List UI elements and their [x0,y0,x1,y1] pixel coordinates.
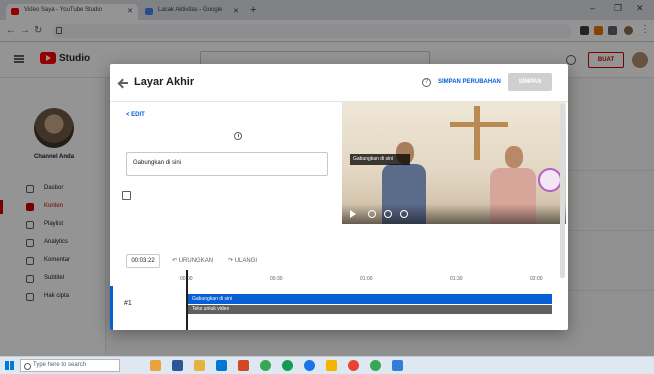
timeline-playhead[interactable] [186,270,188,330]
video-cross-decoration [450,122,508,127]
undo-button[interactable]: ↶ URUNGKAN [172,257,213,264]
store-icon[interactable] [216,360,227,371]
timeline-toolbar: 00:03:22 ↶ URUNGKAN ↷ ULANGI [110,252,568,270]
video-caption-overlay[interactable]: Gabungkan di sini [350,154,410,165]
video-preview[interactable]: Gabungkan di sini [342,102,566,224]
dialog-title: Layar Akhir [134,76,195,88]
clock-icon [234,132,242,140]
video-sticker-overlay[interactable] [538,168,562,192]
file-explorer-icon[interactable] [150,360,161,371]
element-editor-panel: < EDIT Gabungkan di sini [110,102,338,252]
video-controls [342,204,566,224]
windows-start-icon[interactable] [5,361,14,370]
time-field[interactable]: 00:03:22 [126,254,160,268]
redo-button[interactable]: ↷ ULANGI [228,257,257,264]
save-draft-button[interactable]: SIMPAN PERUBAHAN [438,79,501,85]
track-indicator [110,286,113,330]
back-arrow-icon[interactable] [118,78,128,88]
chrome-icon[interactable] [370,360,381,371]
timeline-ruler: 00:00 00:30 01:00 01:30 02:00 [110,274,568,286]
system-tray[interactable] [560,359,650,373]
help-icon[interactable]: ? [422,78,431,87]
skip-icon[interactable] [368,210,376,218]
play-icon[interactable] [350,210,356,218]
powerpoint-icon[interactable] [238,360,249,371]
folder-icon[interactable] [194,360,205,371]
settings-gear-icon[interactable] [400,210,408,218]
ruler-tick: 01:00 [360,276,373,282]
windows-taskbar: Type here to search [0,356,654,374]
word-icon[interactable] [172,360,183,371]
track-number: #1 [124,300,132,307]
ruler-tick: 00:30 [270,276,283,282]
ruler-tick: 01:30 [450,276,463,282]
volume-icon[interactable] [384,210,392,218]
caption-text-field[interactable]: Gabungkan di sini [126,152,328,176]
save-button[interactable]: SIMPAN [508,73,552,91]
ruler-tick: 02:00 [530,276,543,282]
video-cross-decoration [474,106,480,160]
timeline-clip-text[interactable]: Teks untuk video [188,305,552,314]
taskbar-search-input[interactable]: Type here to search [20,359,120,372]
app-icon[interactable] [392,360,403,371]
edge-icon[interactable] [304,360,315,371]
timeline-tracks: #1 Gabungkan di sini Teks untuk video [110,286,568,330]
dialog-header: Layar Akhir ? SIMPAN PERUBAHAN SIMPAN [110,64,568,102]
chrome-icon[interactable] [260,360,271,371]
drive-icon[interactable] [326,360,337,371]
edit-link[interactable]: < EDIT [126,112,145,118]
end-screen-dialog: Layar Akhir ? SIMPAN PERUBAHAN SIMPAN < … [110,64,568,330]
timeline-clip-caption[interactable]: Gabungkan di sini [188,294,552,304]
app-icon[interactable] [348,360,359,371]
option-checkbox-row[interactable] [122,191,131,200]
option-checkbox[interactable] [122,191,131,200]
chrome-icon[interactable] [282,360,293,371]
